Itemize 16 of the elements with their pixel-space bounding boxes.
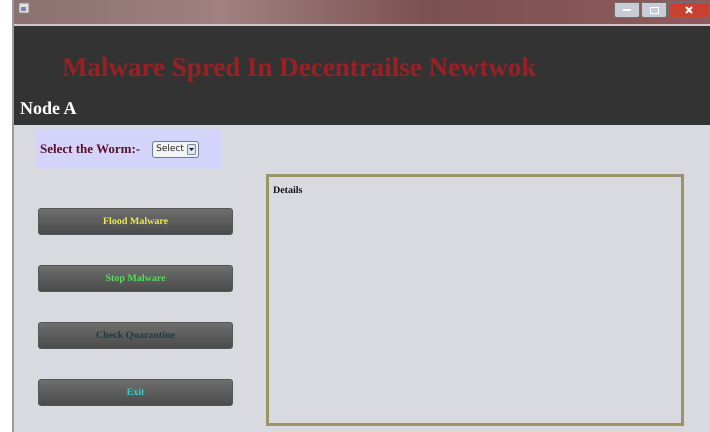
action-button[interactable]: Exit xyxy=(38,379,233,406)
app-icon xyxy=(18,2,30,14)
close-icon xyxy=(685,6,693,14)
dropdown-caret-icon xyxy=(186,144,196,154)
details-title: Details xyxy=(273,185,304,196)
maximize-button[interactable] xyxy=(641,2,667,18)
minimize-icon xyxy=(623,8,631,12)
minimize-button[interactable] xyxy=(614,2,640,18)
worm-select-label: Select the Worm:- xyxy=(40,141,140,157)
worm-dropdown[interactable]: Select xyxy=(152,140,199,158)
app-title: Malware Spred In Decentrailse Newtwok xyxy=(62,52,536,83)
action-button[interactable]: Stop Malware xyxy=(38,265,233,292)
node-label: Node A xyxy=(20,98,77,119)
close-button[interactable] xyxy=(668,2,710,18)
action-button[interactable]: Flood Malware xyxy=(38,208,233,235)
maximize-icon xyxy=(650,6,658,14)
